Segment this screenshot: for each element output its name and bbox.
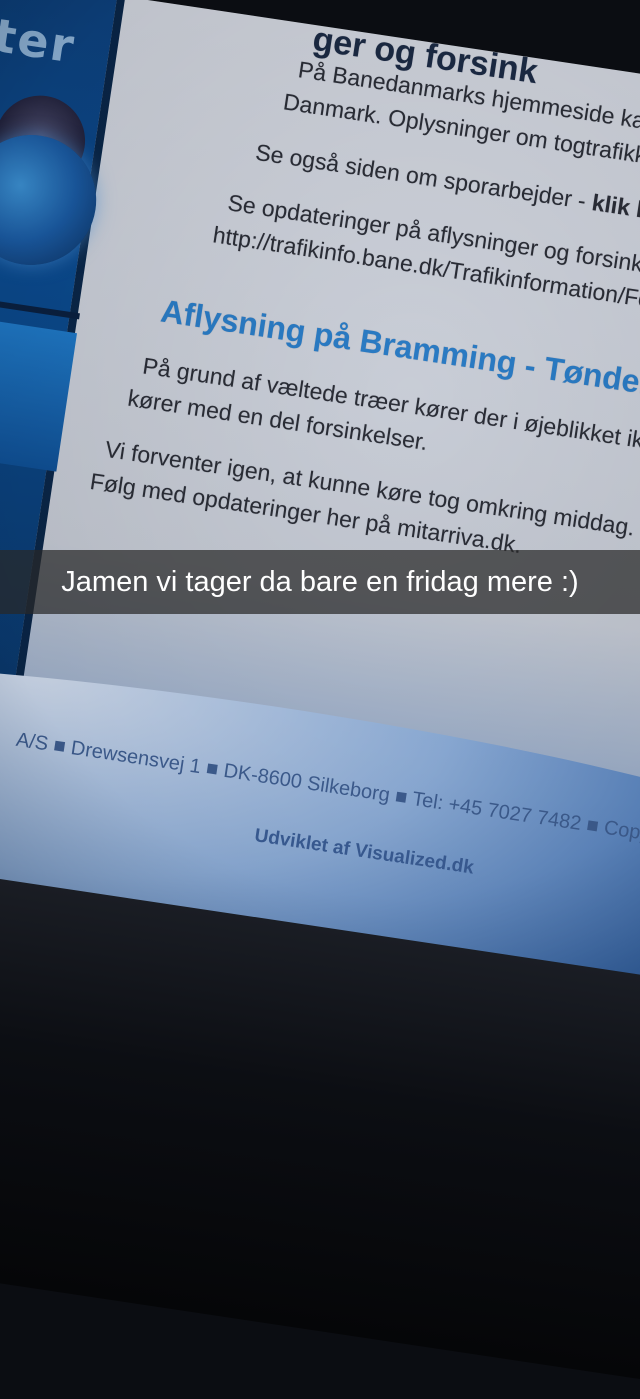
panel-divider [0,289,80,320]
klik-her-link[interactable]: klik her! [590,189,640,228]
blue-globe-image [0,126,106,274]
snap-caption-bar: Jamen vi tager da bare en fridag mere :) [0,550,640,614]
sidebar-panel: tter [0,0,132,769]
sidebar-banner-block [0,308,77,472]
sidebar-logo-text: tter [0,4,80,74]
article-content: ger og forsink På Banedanmarks hjemmesid… [88,1,640,558]
snap-caption-text: Jamen vi tager da bare en fridag mere :) [61,565,579,598]
